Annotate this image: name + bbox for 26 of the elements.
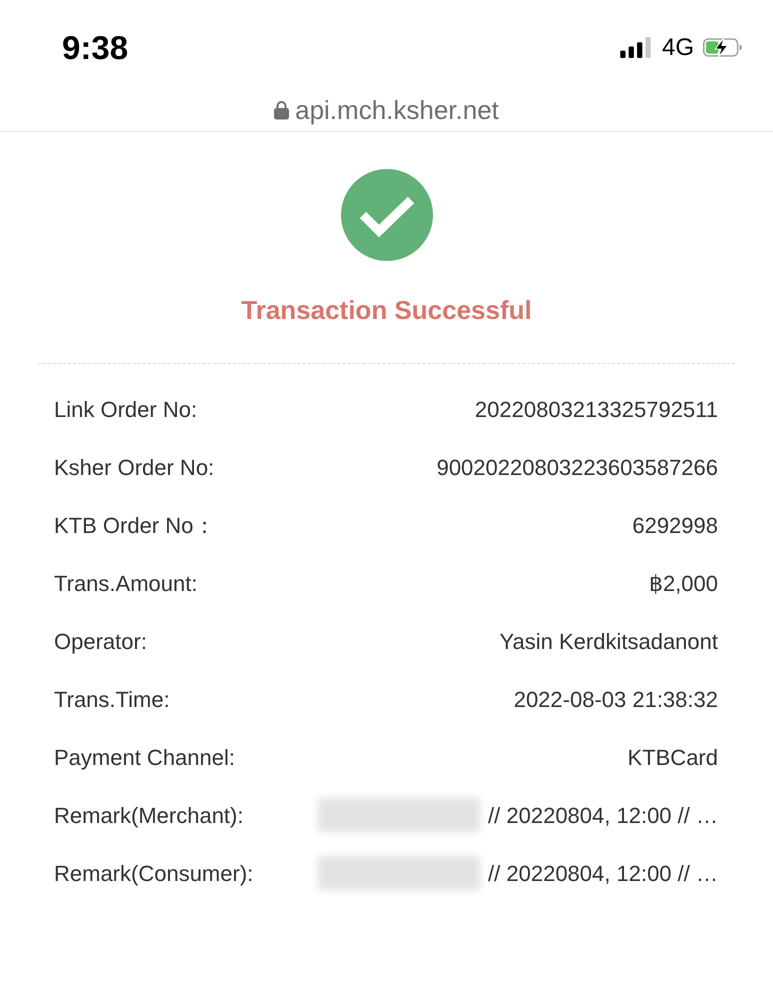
- detail-label: Trans.Time:: [54, 686, 170, 714]
- lock-icon: [274, 100, 290, 120]
- signal-icon: [618, 37, 653, 58]
- detail-value: // 20220804, 12:00 // …: [488, 860, 718, 888]
- detail-label: Remark(Consumer):: [54, 860, 254, 888]
- detail-value: Yasin Kerdkitsadanont: [499, 628, 718, 656]
- detail-value: KTBCard: [628, 744, 718, 772]
- url-text[interactable]: api.mch.ksher.net: [295, 95, 499, 125]
- detail-label: Ksher Order No:: [54, 454, 214, 482]
- detail-value: // 20220804, 12:00 // …: [488, 802, 718, 830]
- success-check-icon: [340, 169, 432, 261]
- battery-charging-icon: [703, 37, 743, 58]
- status-time: 9:38: [62, 31, 128, 64]
- detail-label: Trans.Amount:: [54, 570, 198, 598]
- detail-label: Remark(Merchant):: [54, 802, 244, 830]
- result-title: Transaction Successful: [241, 294, 532, 326]
- detail-label: KTB Order No：: [54, 512, 216, 540]
- detail-label: Operator:: [54, 628, 147, 656]
- network-type: 4G: [662, 36, 694, 60]
- detail-value: 2022-08-03 21:38:32: [514, 686, 718, 714]
- detail-value: ฿2,000: [648, 570, 718, 598]
- detail-label: Link Order No:: [54, 396, 198, 424]
- detail-value: 90020220803223603587266: [436, 454, 718, 482]
- detail-value: 20220803213325792511: [474, 396, 718, 424]
- detail-value: 6292998: [632, 512, 718, 540]
- detail-label: Payment Channel:: [54, 744, 235, 772]
